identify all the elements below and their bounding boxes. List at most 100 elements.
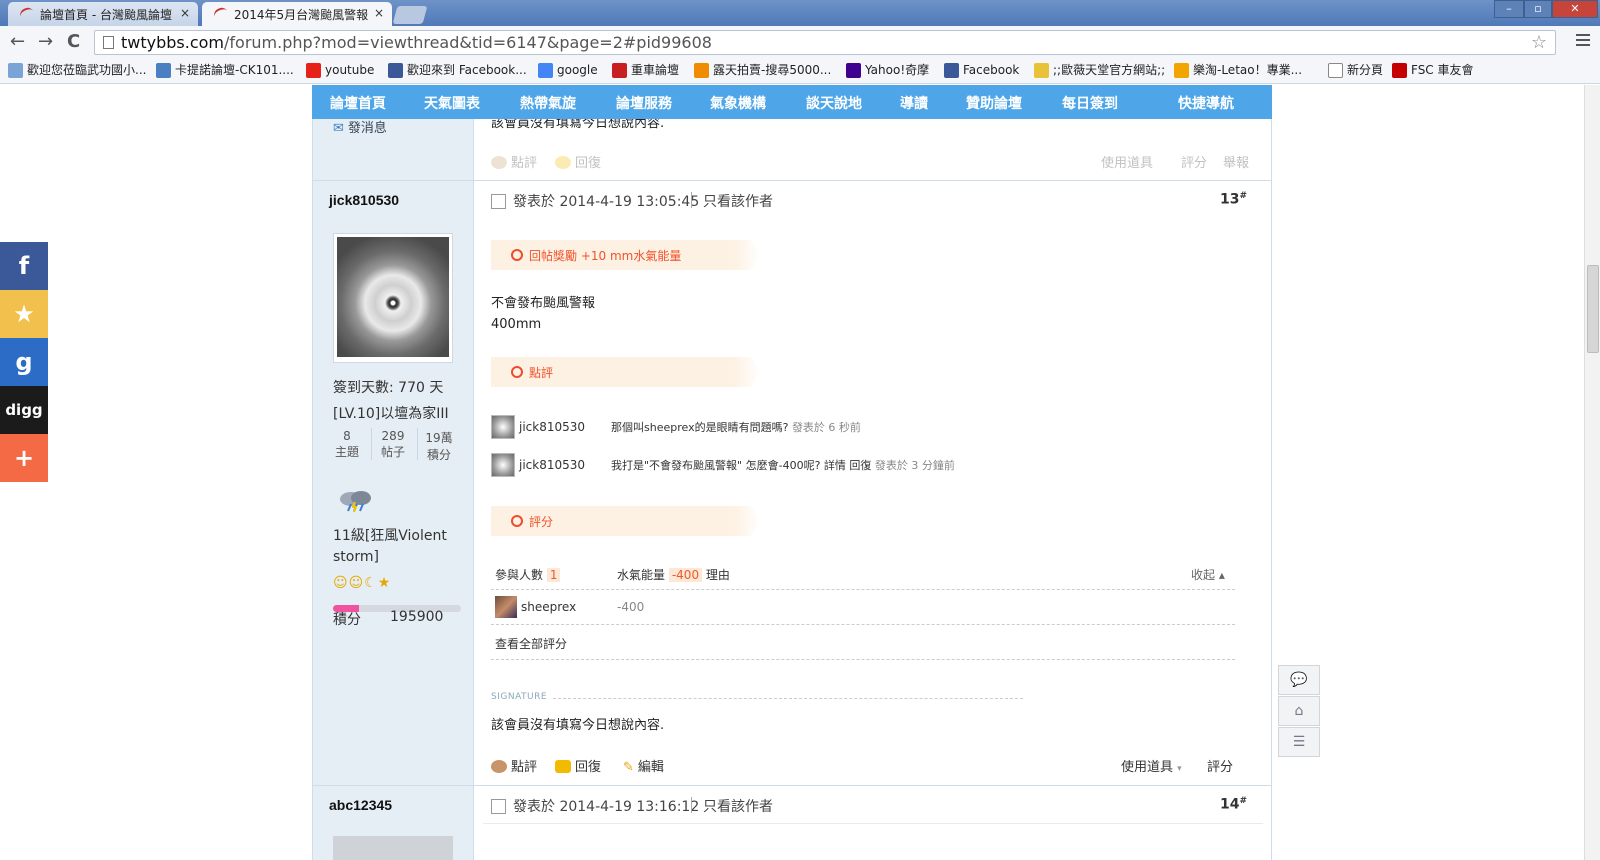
tab-close-icon[interactable]: × [374, 6, 384, 20]
nav-item[interactable]: 論壇首頁 [330, 93, 386, 113]
prev-score-button[interactable]: 評分 [1181, 152, 1207, 171]
only-author-link[interactable]: 只看該作者 [703, 796, 773, 816]
share-facebook-button[interactable]: f [0, 242, 48, 290]
stat-posts[interactable]: 289 帖子 [373, 429, 413, 460]
prev-rate-button[interactable]: 點評 [491, 152, 537, 171]
bookmark-item[interactable]: 歡迎來到 Facebook... [388, 63, 527, 78]
prev-report-button[interactable]: 舉報 [1223, 152, 1249, 171]
tab-forum-home[interactable]: 論壇首頁 - 台灣颱風論壇 × [8, 2, 198, 26]
bookmark-item[interactable]: Facebook [944, 63, 1019, 78]
share-more-button[interactable]: + [0, 434, 48, 482]
author-avatar[interactable] [333, 233, 453, 363]
commenter-avatar[interactable] [491, 453, 515, 477]
bookmark-item[interactable]: youtube [306, 63, 374, 78]
send-message-link[interactable]: ✉ 發消息 [333, 117, 387, 136]
bookmark-item[interactable]: 露天拍賣-搜尋5000... [694, 63, 831, 78]
post-author-name[interactable]: jick810530 [329, 192, 399, 208]
share-favorites-button[interactable]: ★ [0, 290, 48, 338]
comment-banner: 點評 [491, 357, 761, 387]
nav-item[interactable]: 天氣圖表 [424, 93, 480, 113]
quick-reply-icon[interactable]: 💬 [1278, 665, 1320, 695]
forum-favicon-icon [212, 5, 230, 23]
select-post-checkbox[interactable] [491, 194, 506, 209]
prev-reply-button[interactable]: 回復 [555, 152, 601, 171]
nav-item[interactable]: 快捷導航 [1178, 93, 1234, 113]
nav-item[interactable]: 每日簽到 [1062, 93, 1118, 113]
only-author-link[interactable]: 只看該作者 [703, 191, 773, 211]
nav-item[interactable]: 導讀 [900, 93, 928, 113]
favorites-icon: ★ [13, 300, 35, 328]
circle-icon [511, 249, 523, 261]
post-author-name[interactable]: abc12345 [329, 797, 392, 813]
bookmark-item[interactable]: ;;歐薇天堂官方網站;; [1034, 63, 1165, 78]
address-bar[interactable]: twtybbs.com/forum.php?mod=viewthread&tid… [94, 30, 1556, 55]
bookmark-label: Facebook [963, 63, 1020, 77]
share-google-button[interactable]: g [0, 338, 48, 386]
list-icon[interactable]: ☰ [1278, 727, 1320, 757]
nav-item[interactable]: 氣象機構 [710, 93, 766, 113]
nav-item[interactable]: 熱帶氣旋 [520, 93, 576, 113]
stat-topics[interactable]: 8 主題 [327, 429, 367, 460]
score-button[interactable]: 評分 [1207, 756, 1233, 775]
bookmark-item[interactable]: 歡迎您莅臨武功國小... [8, 63, 146, 78]
circle-icon [511, 515, 523, 527]
nav-item[interactable]: 贊助論壇 [966, 93, 1022, 113]
bookmark-label: 歡迎來到 Facebook... [407, 63, 527, 77]
minimize-button[interactable]: – [1494, 0, 1524, 18]
post-signature: 該會員沒有填寫今日想說內容. [491, 718, 665, 733]
forward-icon[interactable]: → [38, 32, 53, 52]
maximize-button[interactable]: ▫ [1524, 0, 1552, 18]
commenter-name[interactable]: jick810530 [519, 420, 585, 434]
back-to-top-icon[interactable]: ⌂ [1278, 696, 1320, 726]
bookmark-item[interactable]: FSC 車友會 [1392, 63, 1474, 78]
nav-item[interactable]: 談天說地 [806, 93, 862, 113]
edit-button[interactable]: ✎ 編輯 [623, 756, 664, 775]
url-host: twtybbs.com [121, 33, 225, 52]
view-all-ratings-link[interactable]: 查看全部評分 [495, 635, 567, 652]
floor-number[interactable]: 14# [1220, 796, 1247, 813]
member-level[interactable]: [LV.10]以壇為家III [333, 403, 449, 423]
page-icon [1328, 63, 1343, 78]
facebook-icon [944, 63, 959, 78]
select-post-checkbox[interactable] [491, 799, 506, 814]
score-value: 195900 [390, 609, 444, 625]
new-tab-button[interactable] [392, 6, 428, 24]
bookmark-item[interactable]: 樂淘-Letao！專業... [1174, 63, 1302, 78]
nav-item[interactable]: 論壇服務 [616, 93, 672, 113]
pencil-icon: ✎ [623, 760, 634, 775]
collapse-rating-link[interactable]: 收起 ▴ [1191, 566, 1225, 583]
back-icon[interactable]: ← [10, 32, 25, 52]
url-path: /forum.php?mod=viewthread&tid=6147&page=… [224, 33, 712, 52]
reply-button[interactable]: 回復 [555, 756, 601, 775]
bookmark-item[interactable]: 卡提諾論壇-CK101.... [156, 63, 294, 78]
close-window-button[interactable]: ✕ [1552, 0, 1598, 18]
fsc-icon [1392, 63, 1407, 78]
ruten-icon [694, 63, 709, 78]
rater-name[interactable]: sheeprex [521, 600, 576, 614]
bookmark-item[interactable]: Yahoo!奇摩 [846, 63, 929, 78]
rater-avatar[interactable] [495, 596, 517, 618]
floor-number[interactable]: 13# [1220, 191, 1247, 208]
bookmark-item[interactable]: 新分頁 [1328, 63, 1383, 78]
author-avatar[interactable] [333, 836, 453, 860]
rate-comment-button[interactable]: 點評 [491, 756, 537, 775]
stat-credits[interactable]: 19萬 積分 [419, 429, 459, 463]
scrollbar-thumb[interactable] [1587, 265, 1599, 353]
share-digg-button[interactable]: digg [0, 386, 48, 434]
bookmark-item[interactable]: google [538, 63, 598, 78]
comment-time: 發表於 6 秒前 [791, 421, 861, 434]
bookmark-star-icon[interactable]: ☆ [1531, 31, 1547, 54]
score-label: 積分 [333, 612, 361, 628]
prev-tools-button[interactable]: 使用道具 [1101, 152, 1153, 171]
bookmark-item[interactable]: 重車論壇 [612, 63, 679, 78]
reload-icon[interactable]: C [67, 32, 80, 52]
tab-close-icon[interactable]: × [180, 6, 190, 20]
chrome-menu-icon[interactable] [1576, 34, 1590, 46]
tab-thread[interactable]: 2014年5月台灣颱風警報 × [202, 2, 392, 26]
commenter-avatar[interactable] [491, 415, 515, 439]
reward-banner: 回帖獎勵 +10 mm水氣能量 [491, 240, 761, 270]
use-tools-button[interactable]: 使用道具 ▾ [1121, 756, 1182, 775]
thread-container: ✉ 發消息 該會員沒有填寫今日想說內容. 點評 回復 使用道具 評分 舉報 jic… [312, 85, 1272, 860]
page-scrollbar[interactable] [1584, 85, 1600, 860]
commenter-name[interactable]: jick810530 [519, 458, 585, 472]
